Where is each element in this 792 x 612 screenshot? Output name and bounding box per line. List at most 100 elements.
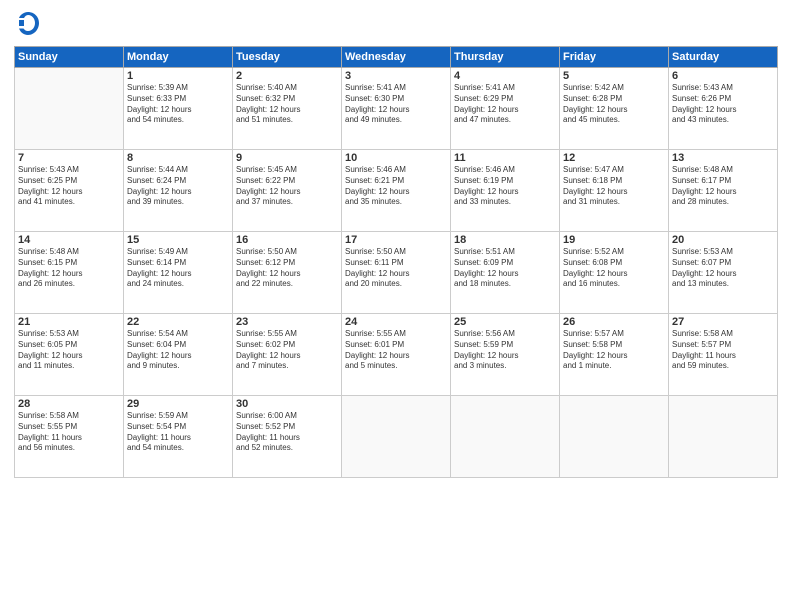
day-number: 27	[672, 316, 774, 328]
week-row-3: 21Sunrise: 5:53 AM Sunset: 6:05 PM Dayli…	[15, 314, 778, 396]
logo-icon	[14, 10, 42, 38]
calendar-cell: 1Sunrise: 5:39 AM Sunset: 6:33 PM Daylig…	[124, 68, 233, 150]
calendar-cell: 19Sunrise: 5:52 AM Sunset: 6:08 PM Dayli…	[560, 232, 669, 314]
calendar-cell: 11Sunrise: 5:46 AM Sunset: 6:19 PM Dayli…	[451, 150, 560, 232]
day-info: Sunrise: 5:59 AM Sunset: 5:54 PM Dayligh…	[127, 411, 229, 454]
calendar-cell: 7Sunrise: 5:43 AM Sunset: 6:25 PM Daylig…	[15, 150, 124, 232]
day-number: 6	[672, 70, 774, 82]
day-info: Sunrise: 6:00 AM Sunset: 5:52 PM Dayligh…	[236, 411, 338, 454]
day-info: Sunrise: 5:47 AM Sunset: 6:18 PM Dayligh…	[563, 165, 665, 208]
day-info: Sunrise: 5:46 AM Sunset: 6:19 PM Dayligh…	[454, 165, 556, 208]
day-info: Sunrise: 5:52 AM Sunset: 6:08 PM Dayligh…	[563, 247, 665, 290]
day-info: Sunrise: 5:54 AM Sunset: 6:04 PM Dayligh…	[127, 329, 229, 372]
day-number: 3	[345, 70, 447, 82]
day-info: Sunrise: 5:39 AM Sunset: 6:33 PM Dayligh…	[127, 83, 229, 126]
day-number: 19	[563, 234, 665, 246]
day-number: 14	[18, 234, 120, 246]
calendar-cell: 16Sunrise: 5:50 AM Sunset: 6:12 PM Dayli…	[233, 232, 342, 314]
calendar-cell: 23Sunrise: 5:55 AM Sunset: 6:02 PM Dayli…	[233, 314, 342, 396]
day-info: Sunrise: 5:41 AM Sunset: 6:30 PM Dayligh…	[345, 83, 447, 126]
page: SundayMondayTuesdayWednesdayThursdayFrid…	[0, 0, 792, 612]
calendar-cell: 3Sunrise: 5:41 AM Sunset: 6:30 PM Daylig…	[342, 68, 451, 150]
calendar-cell: 21Sunrise: 5:53 AM Sunset: 6:05 PM Dayli…	[15, 314, 124, 396]
calendar-cell: 8Sunrise: 5:44 AM Sunset: 6:24 PM Daylig…	[124, 150, 233, 232]
day-info: Sunrise: 5:48 AM Sunset: 6:15 PM Dayligh…	[18, 247, 120, 290]
calendar-cell	[451, 396, 560, 478]
logo	[14, 10, 46, 38]
day-number: 21	[18, 316, 120, 328]
day-info: Sunrise: 5:51 AM Sunset: 6:09 PM Dayligh…	[454, 247, 556, 290]
day-number: 20	[672, 234, 774, 246]
day-info: Sunrise: 5:45 AM Sunset: 6:22 PM Dayligh…	[236, 165, 338, 208]
calendar-cell: 14Sunrise: 5:48 AM Sunset: 6:15 PM Dayli…	[15, 232, 124, 314]
day-number: 9	[236, 152, 338, 164]
day-number: 29	[127, 398, 229, 410]
week-row-4: 28Sunrise: 5:58 AM Sunset: 5:55 PM Dayli…	[15, 396, 778, 478]
header-cell-monday: Monday	[124, 47, 233, 68]
day-info: Sunrise: 5:58 AM Sunset: 5:57 PM Dayligh…	[672, 329, 774, 372]
header-cell-wednesday: Wednesday	[342, 47, 451, 68]
day-info: Sunrise: 5:55 AM Sunset: 6:01 PM Dayligh…	[345, 329, 447, 372]
day-info: Sunrise: 5:53 AM Sunset: 6:05 PM Dayligh…	[18, 329, 120, 372]
calendar-cell: 20Sunrise: 5:53 AM Sunset: 6:07 PM Dayli…	[669, 232, 778, 314]
day-number: 15	[127, 234, 229, 246]
calendar-cell: 15Sunrise: 5:49 AM Sunset: 6:14 PM Dayli…	[124, 232, 233, 314]
day-number: 7	[18, 152, 120, 164]
day-info: Sunrise: 5:43 AM Sunset: 6:25 PM Dayligh…	[18, 165, 120, 208]
day-number: 18	[454, 234, 556, 246]
day-info: Sunrise: 5:46 AM Sunset: 6:21 PM Dayligh…	[345, 165, 447, 208]
day-info: Sunrise: 5:44 AM Sunset: 6:24 PM Dayligh…	[127, 165, 229, 208]
calendar-cell	[342, 396, 451, 478]
day-info: Sunrise: 5:42 AM Sunset: 6:28 PM Dayligh…	[563, 83, 665, 126]
day-number: 16	[236, 234, 338, 246]
day-number: 28	[18, 398, 120, 410]
calendar-cell: 27Sunrise: 5:58 AM Sunset: 5:57 PM Dayli…	[669, 314, 778, 396]
calendar-cell: 12Sunrise: 5:47 AM Sunset: 6:18 PM Dayli…	[560, 150, 669, 232]
calendar-cell	[560, 396, 669, 478]
day-number: 17	[345, 234, 447, 246]
calendar-cell: 26Sunrise: 5:57 AM Sunset: 5:58 PM Dayli…	[560, 314, 669, 396]
day-info: Sunrise: 5:50 AM Sunset: 6:11 PM Dayligh…	[345, 247, 447, 290]
day-number: 4	[454, 70, 556, 82]
day-info: Sunrise: 5:40 AM Sunset: 6:32 PM Dayligh…	[236, 83, 338, 126]
day-number: 13	[672, 152, 774, 164]
day-info: Sunrise: 5:55 AM Sunset: 6:02 PM Dayligh…	[236, 329, 338, 372]
header-cell-saturday: Saturday	[669, 47, 778, 68]
day-info: Sunrise: 5:49 AM Sunset: 6:14 PM Dayligh…	[127, 247, 229, 290]
calendar-cell: 4Sunrise: 5:41 AM Sunset: 6:29 PM Daylig…	[451, 68, 560, 150]
day-number: 1	[127, 70, 229, 82]
calendar-cell: 6Sunrise: 5:43 AM Sunset: 6:26 PM Daylig…	[669, 68, 778, 150]
day-info: Sunrise: 5:56 AM Sunset: 5:59 PM Dayligh…	[454, 329, 556, 372]
calendar-cell: 25Sunrise: 5:56 AM Sunset: 5:59 PM Dayli…	[451, 314, 560, 396]
day-info: Sunrise: 5:41 AM Sunset: 6:29 PM Dayligh…	[454, 83, 556, 126]
calendar-cell	[15, 68, 124, 150]
day-info: Sunrise: 5:48 AM Sunset: 6:17 PM Dayligh…	[672, 165, 774, 208]
day-number: 25	[454, 316, 556, 328]
calendar-cell	[669, 396, 778, 478]
header-cell-friday: Friday	[560, 47, 669, 68]
day-info: Sunrise: 5:57 AM Sunset: 5:58 PM Dayligh…	[563, 329, 665, 372]
week-row-1: 7Sunrise: 5:43 AM Sunset: 6:25 PM Daylig…	[15, 150, 778, 232]
calendar-cell: 29Sunrise: 5:59 AM Sunset: 5:54 PM Dayli…	[124, 396, 233, 478]
calendar-cell: 28Sunrise: 5:58 AM Sunset: 5:55 PM Dayli…	[15, 396, 124, 478]
day-number: 26	[563, 316, 665, 328]
calendar-table: SundayMondayTuesdayWednesdayThursdayFrid…	[14, 46, 778, 478]
calendar-cell: 18Sunrise: 5:51 AM Sunset: 6:09 PM Dayli…	[451, 232, 560, 314]
header-cell-sunday: Sunday	[15, 47, 124, 68]
day-info: Sunrise: 5:53 AM Sunset: 6:07 PM Dayligh…	[672, 247, 774, 290]
header-row: SundayMondayTuesdayWednesdayThursdayFrid…	[15, 47, 778, 68]
day-number: 11	[454, 152, 556, 164]
week-row-0: 1Sunrise: 5:39 AM Sunset: 6:33 PM Daylig…	[15, 68, 778, 150]
calendar-cell: 30Sunrise: 6:00 AM Sunset: 5:52 PM Dayli…	[233, 396, 342, 478]
calendar-cell: 24Sunrise: 5:55 AM Sunset: 6:01 PM Dayli…	[342, 314, 451, 396]
calendar-cell: 9Sunrise: 5:45 AM Sunset: 6:22 PM Daylig…	[233, 150, 342, 232]
calendar-cell: 5Sunrise: 5:42 AM Sunset: 6:28 PM Daylig…	[560, 68, 669, 150]
day-number: 8	[127, 152, 229, 164]
day-number: 22	[127, 316, 229, 328]
day-number: 24	[345, 316, 447, 328]
day-info: Sunrise: 5:50 AM Sunset: 6:12 PM Dayligh…	[236, 247, 338, 290]
calendar-cell: 22Sunrise: 5:54 AM Sunset: 6:04 PM Dayli…	[124, 314, 233, 396]
day-number: 23	[236, 316, 338, 328]
day-info: Sunrise: 5:43 AM Sunset: 6:26 PM Dayligh…	[672, 83, 774, 126]
day-info: Sunrise: 5:58 AM Sunset: 5:55 PM Dayligh…	[18, 411, 120, 454]
